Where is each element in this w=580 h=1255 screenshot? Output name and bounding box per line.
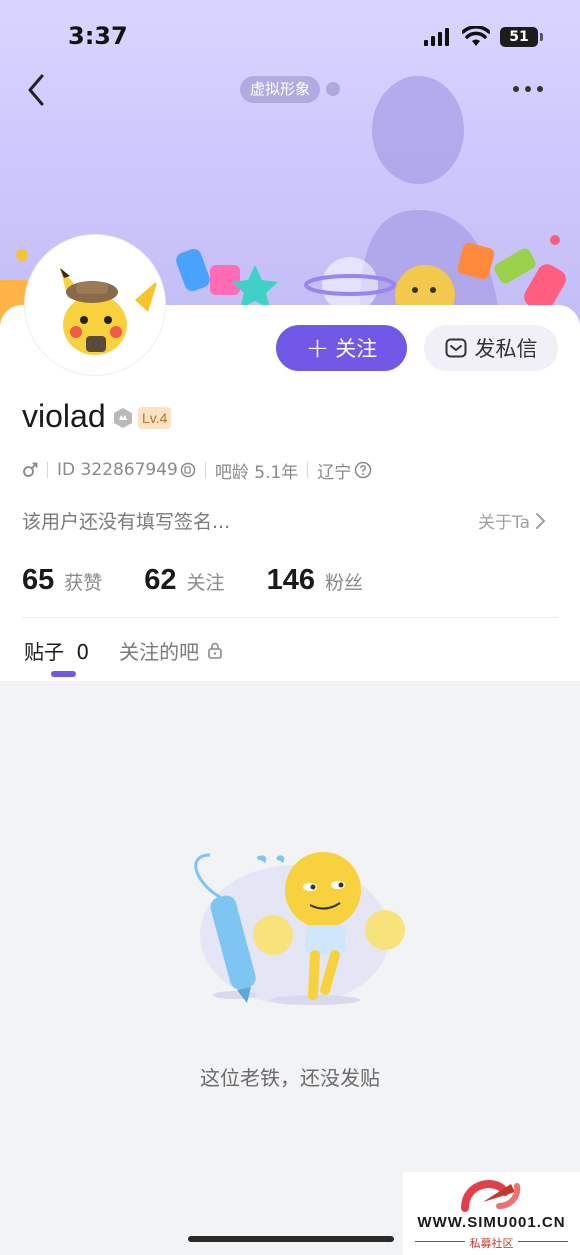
about-label: 关于Ta	[478, 513, 530, 533]
copy-icon[interactable]	[180, 462, 196, 478]
mail-icon	[445, 338, 466, 358]
watermark-subtitle: 私募社区	[469, 1237, 514, 1250]
meta-divider	[47, 462, 48, 478]
status-bar: 3:37 51	[0, 22, 580, 58]
stat-followers[interactable]: 146 粉丝	[267, 564, 363, 597]
message-button[interactable]: 发私信	[424, 325, 558, 371]
about-link[interactable]: 关于Ta	[478, 508, 546, 533]
status-time: 3:37	[68, 22, 128, 50]
chevron-right-icon	[536, 512, 546, 529]
user-id[interactable]: ID 322867949	[57, 460, 178, 480]
battery-icon: 51	[500, 27, 543, 47]
home-indicator[interactable]	[188, 1236, 394, 1242]
avatar[interactable]	[25, 235, 165, 375]
male-icon	[23, 462, 38, 477]
member-badge-icon[interactable]	[112, 407, 134, 429]
level-badge[interactable]: Lv.4	[138, 407, 172, 429]
help-circle-icon[interactable]	[354, 461, 372, 479]
follow-label: 关注	[335, 337, 378, 361]
stat-following[interactable]: 62 关注	[144, 564, 224, 597]
watermark: WWW.SIMU001.CN 私募社区	[403, 1172, 580, 1255]
signature: 该用户还没有填写签名...	[22, 511, 231, 533]
stat-label: 获赞	[64, 572, 103, 594]
watermark-logo	[461, 1180, 521, 1212]
tab-posts[interactable]: 贴子 0	[24, 636, 89, 665]
tab-count: 0	[76, 639, 90, 664]
stat-value: 146	[266, 564, 315, 596]
tab-indicator	[51, 671, 76, 677]
cellular-signal-icon	[424, 28, 449, 46]
empty-state-text: 这位老铁，还没发贴	[200, 1066, 380, 1090]
tab-label: 关注的吧	[119, 639, 200, 664]
more-dots-icon[interactable]	[510, 80, 546, 98]
tab-label: 贴子	[24, 639, 64, 664]
chevron-left-icon[interactable]	[22, 72, 54, 108]
tab-followed-bars[interactable]: 关注的吧	[119, 636, 223, 665]
location: 辽宁	[317, 462, 352, 483]
meta-divider	[307, 462, 309, 478]
lock-icon	[208, 642, 222, 659]
tieba-age: 吧龄 5.1年	[214, 462, 299, 483]
watermark-domain: WWW.SIMU001.CN	[417, 1214, 566, 1231]
stat-likes[interactable]: 65 获赞	[22, 564, 102, 597]
wifi-icon	[462, 26, 490, 46]
meta-divider	[204, 462, 206, 478]
profile-tabs: 贴子 0 关注的吧	[24, 634, 223, 666]
follow-button[interactable]: + 关注	[276, 325, 407, 371]
plus-icon: +	[305, 331, 330, 364]
profile-meta: ID 322867949 吧龄 5.1年 辽宁	[22, 458, 372, 483]
section-divider	[22, 617, 558, 618]
pikachu-avatar-image	[30, 240, 160, 370]
username: violad	[22, 398, 106, 434]
stat-value: 65	[22, 564, 55, 596]
stat-label: 粉丝	[324, 572, 363, 594]
virtual-avatar-chip[interactable]: 虚拟形象	[240, 76, 321, 103]
stat-value: 62	[144, 564, 177, 596]
chip-dot	[326, 82, 340, 96]
message-label: 发私信	[474, 337, 538, 361]
profile-stats: 65 获赞 62 关注 146 粉丝	[22, 564, 405, 600]
watermark-line	[518, 1241, 568, 1242]
empty-state-illustration	[194, 852, 405, 1005]
stat-label: 关注	[186, 572, 225, 594]
